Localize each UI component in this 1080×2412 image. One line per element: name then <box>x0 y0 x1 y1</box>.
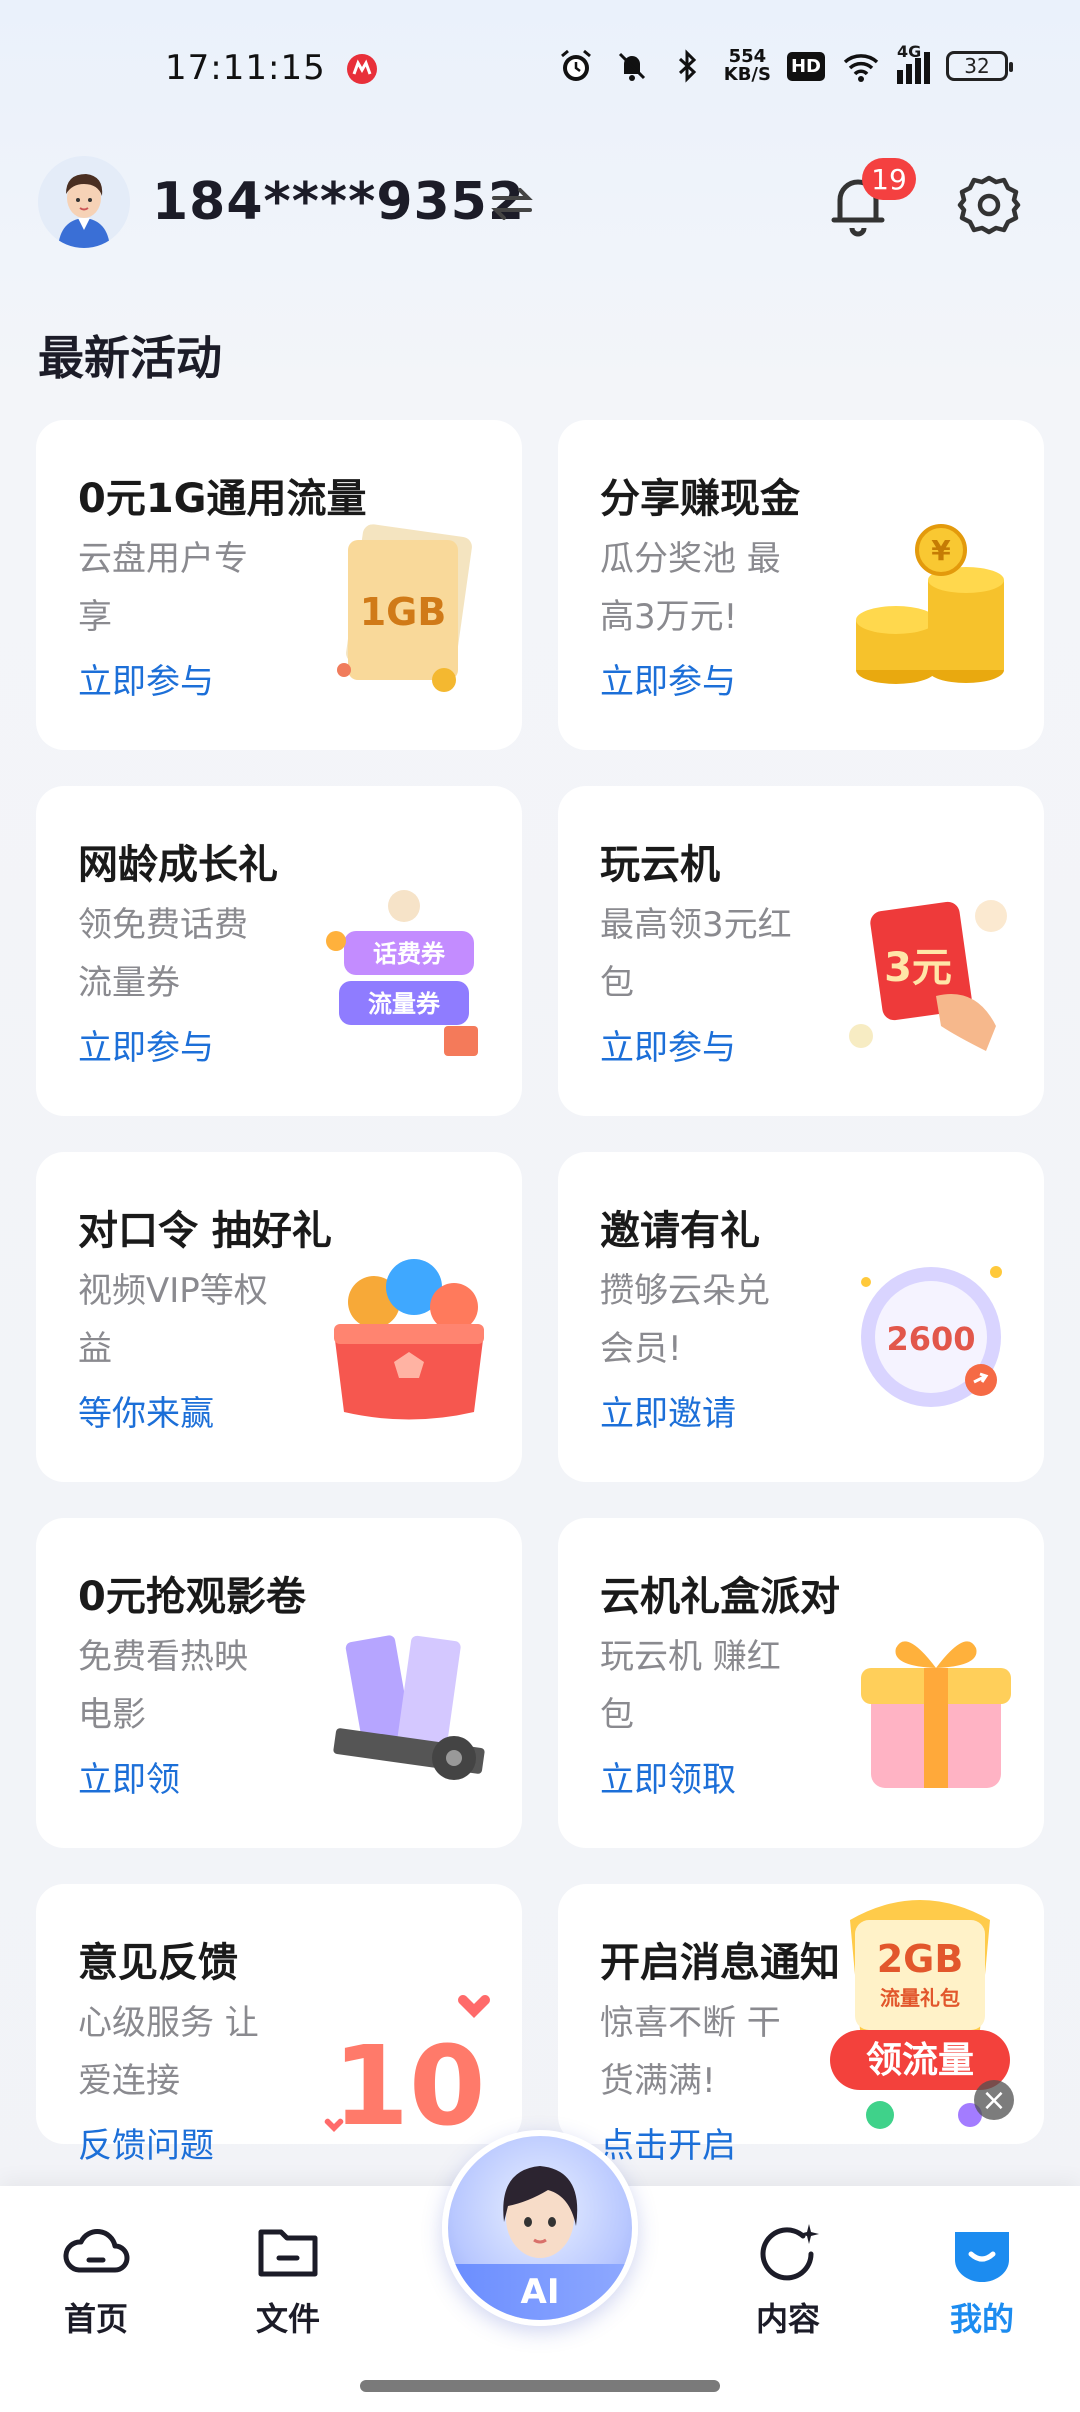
activity-card[interactable]: 0元1G通用流量 云盘用户专享 立即参与 1GB <box>36 420 522 750</box>
card-description: 视频VIP等权益 <box>78 1271 268 1369</box>
svg-text:流量券: 流量券 <box>368 990 441 1018</box>
alarm-icon <box>560 49 591 81</box>
activity-card[interactable]: 网龄成长礼 领免费话费流量券 立即参与 话费券 流量券 <box>36 786 522 1116</box>
profile-icon <box>955 2232 1009 2282</box>
tab-home[interactable]: 首页 <box>36 2220 156 2350</box>
carrier-icon <box>347 54 377 84</box>
status-time: 17:11:15 <box>165 48 326 88</box>
close-icon[interactable]: × <box>974 2080 1014 2120</box>
hd-badge: HD <box>786 51 825 81</box>
card-title: 网龄成长礼 <box>78 842 278 888</box>
ai-label: AI <box>448 2264 632 2320</box>
red-envelope-icon: 3元 <box>849 900 1007 1051</box>
mute-icon <box>618 52 645 81</box>
tab-label: 我的 <box>949 2300 1014 2338</box>
card-title: 0元抢观影卷 <box>78 1574 306 1620</box>
svg-text:领流量: 领流量 <box>866 2040 974 2081</box>
folder-icon <box>258 2229 318 2277</box>
tab-files[interactable]: 文件 <box>228 2220 348 2350</box>
card-title: 邀请有礼 <box>600 1208 760 1254</box>
svg-text:¥: ¥ <box>931 534 951 567</box>
card-description: 最高领3元红包 <box>600 905 792 1003</box>
ai-assistant-button[interactable]: AI <box>442 2130 638 2326</box>
card-description: 攒够云朵兑会员! <box>600 1271 770 1369</box>
card-title: 0元1G通用流量 <box>78 476 367 522</box>
data-voucher-icon: 1GB <box>337 524 472 692</box>
section-title: 最新活动 <box>38 331 222 385</box>
card-action-link[interactable]: 立即参与 <box>600 1020 736 1069</box>
cloud-icon <box>63 2229 130 2273</box>
svg-text:1GB: 1GB <box>360 590 447 634</box>
activity-card[interactable]: 玩云机 最高领3元红包 立即参与 3元 <box>558 786 1044 1116</box>
sparkle-circle-icon <box>760 2224 819 2281</box>
notification-badge: 19 <box>862 158 916 200</box>
card-description: 玩云机 赚红包 <box>600 1637 781 1735</box>
card-action-link[interactable]: 反馈问题 <box>78 2118 214 2167</box>
coins-icon: ¥ <box>856 524 1004 684</box>
card-title: 云机礼盒派对 <box>600 1574 840 1620</box>
status-icons: 554 KB/S HD 4G 32 <box>556 42 1013 88</box>
movie-ticket-icon <box>333 1635 485 1780</box>
activity-card[interactable]: 0元抢观影卷 免费看热映电影 立即领 <box>36 1518 522 1848</box>
svg-text:3元: 3元 <box>884 945 952 991</box>
card-action-link[interactable]: 立即参与 <box>600 654 736 703</box>
signal: 4G <box>897 42 930 84</box>
svg-text:话费券: 话费券 <box>373 940 446 968</box>
activity-card[interactable]: 分享赚现金 瓜分奖池 最高3万元! 立即参与 ¥ <box>558 420 1044 750</box>
battery-icon: 32 <box>946 51 1013 81</box>
card-description: 惊喜不断 干货满满! <box>600 2003 781 2101</box>
tab-content[interactable]: 内容 <box>728 2220 848 2350</box>
card-description: 领免费话费流量券 <box>78 905 248 1003</box>
avatar-icon <box>38 156 130 248</box>
svg-text:10: 10 <box>332 2022 485 2150</box>
profile-header: 184****9352 19 <box>0 150 1080 260</box>
tab-mine[interactable]: 我的 <box>922 2220 1042 2350</box>
tab-label: 文件 <box>255 2300 320 2338</box>
card-action-link[interactable]: 立即领取 <box>600 1752 736 1801</box>
card-title: 对口令 抽好礼 <box>78 1208 332 1254</box>
tab-label: 首页 <box>63 2300 128 2338</box>
gift-icon <box>861 1641 1011 1788</box>
switch-account-icon[interactable] <box>488 180 536 228</box>
card-title: 玩云机 <box>600 842 720 888</box>
cloud-points-icon: 2600 <box>861 1266 1002 1407</box>
avatar[interactable] <box>38 156 130 248</box>
svg-text:2600: 2600 <box>886 1320 975 1358</box>
card-action-link[interactable]: 立即邀请 <box>600 1386 736 1435</box>
card-description: 心级服务 让爱连接 <box>78 2003 259 2101</box>
card-description: 瓜分奖池 最高3万元! <box>600 539 781 637</box>
gift-box-icon <box>334 1259 484 1420</box>
card-title: 开启消息通知 <box>600 1940 840 1986</box>
card-action-link[interactable]: 立即参与 <box>78 1020 214 1069</box>
svg-text:流量礼包: 流量礼包 <box>880 1986 960 2010</box>
card-action-link[interactable]: 点击开启 <box>600 2118 736 2167</box>
coupon-icon: 话费券 流量券 <box>326 890 478 1056</box>
activity-card[interactable]: 意见反馈 心级服务 让爱连接 反馈问题 10 <box>36 1884 522 2166</box>
card-title: 分享赚现金 <box>600 476 800 522</box>
rating-ten-icon: 10 <box>324 1995 490 2150</box>
tab-label: 内容 <box>755 2300 820 2338</box>
activity-card[interactable]: 邀请有礼 攒够云朵兑会员! 立即邀请 2600 <box>558 1152 1044 1482</box>
home-indicator <box>360 2380 720 2392</box>
net-speed: 554 KB/S <box>723 46 771 85</box>
card-action-link[interactable]: 立即参与 <box>78 654 214 703</box>
status-bar: 17:11:15 554 KB/S HD 4G 32 <box>0 0 1080 140</box>
phone-number: 184****9352 <box>152 172 526 232</box>
activity-card[interactable]: 云机礼盒派对 玩云机 赚红包 立即领取 <box>558 1518 1044 1848</box>
bluetooth-icon <box>678 49 696 83</box>
svg-text:2GB: 2GB <box>877 1937 964 1981</box>
wifi-icon <box>843 54 879 82</box>
card-action-link[interactable]: 立即领 <box>78 1752 180 1801</box>
card-description: 免费看热映电影 <box>78 1637 248 1735</box>
card-description: 云盘用户专享 <box>78 539 248 637</box>
gear-icon[interactable] <box>956 172 1022 238</box>
activity-card[interactable]: 对口令 抽好礼 视频VIP等权益 等你来赢 <box>36 1152 522 1482</box>
card-title: 意见反馈 <box>78 1940 238 1986</box>
card-action-link[interactable]: 等你来赢 <box>78 1386 214 1435</box>
